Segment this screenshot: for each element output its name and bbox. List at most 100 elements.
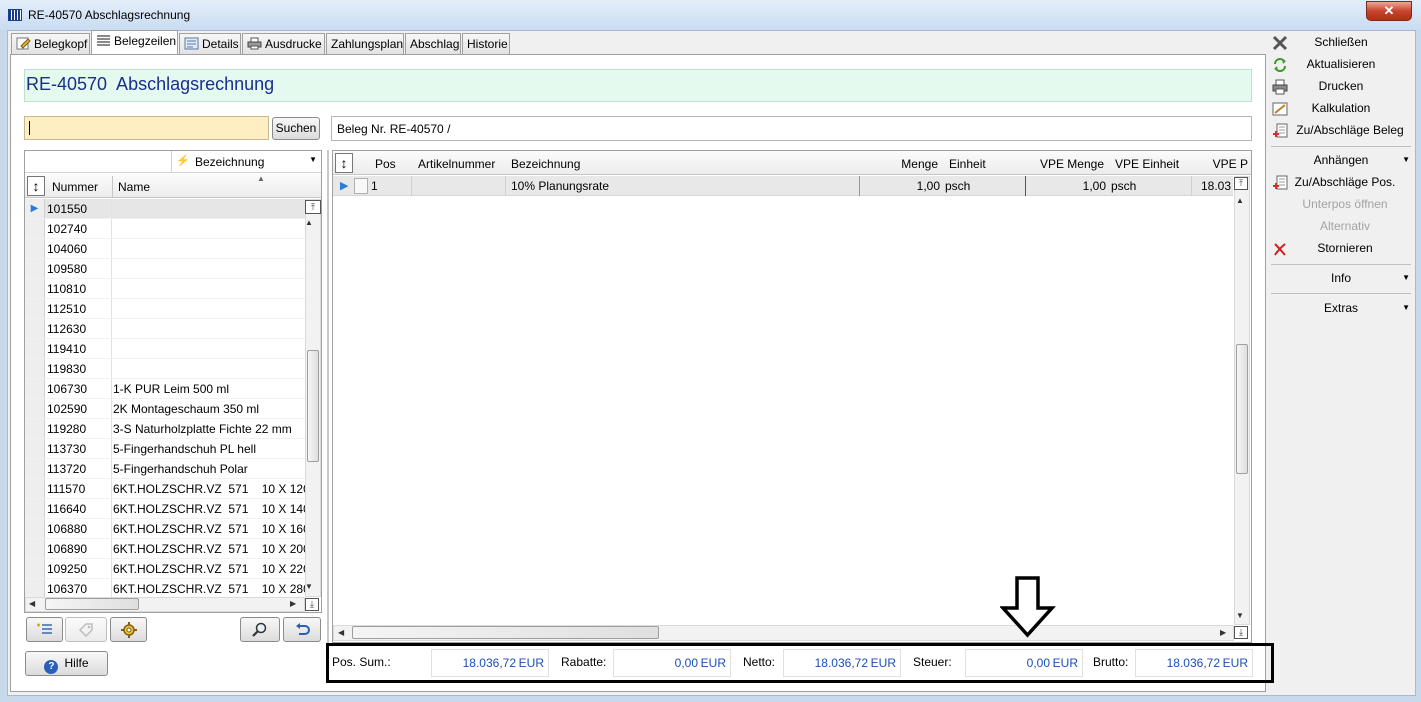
resize-rows-icon[interactable]: ↕ [335,153,353,173]
cell-divider [111,279,112,298]
extras-dropdown[interactable]: Extras ▼ [1268,298,1414,320]
table-row[interactable]: 119830 [25,359,305,379]
window-close-button[interactable]: ✕ [1366,1,1412,21]
search-button[interactable]: Suchen [272,117,320,140]
table-row[interactable]: 113720 5-Fingerhandschuh Polar [25,459,305,479]
sort-field-select[interactable]: ⚡ Bezeichnung ▼ [171,151,321,172]
tab-zahlungsplan[interactable]: Zahlungsplan [326,33,404,54]
table-row[interactable]: 113730 5-Fingerhandschuh PL hell [25,439,305,459]
scroll-top-icon[interactable]: ⤒ [305,200,321,214]
beleg-info-text: Beleg Nr. RE-40570 / [337,122,451,136]
row-selector [25,339,45,358]
tab-historie[interactable]: Historie [462,33,510,54]
steuer-value: 0,00 [1026,656,1050,670]
scroll-left-icon[interactable]: ◀ [29,599,35,608]
table-row[interactable]: 112630 [25,319,305,339]
scroll-up-icon[interactable]: ▲ [1236,196,1244,205]
positions-hscroll-thumb[interactable] [352,626,659,639]
cell-name: 6KT.HOLZSCHR.VZ 571 10 X 200 [113,542,305,556]
tab-belegkopf[interactable]: Belegkopf [11,33,90,54]
scroll-right-icon[interactable]: ▶ [1220,628,1226,637]
column-header-vpe-p[interactable]: VPE P [1192,157,1248,171]
currency-label: EUR [518,656,544,670]
row-checkbox[interactable] [354,178,368,194]
list-search-button[interactable] [240,617,280,642]
column-header-vpe-menge[interactable]: VPE Menge [1026,157,1104,171]
table-row[interactable]: 109580 [25,259,305,279]
tab-label: Zahlungsplan [331,37,404,51]
schliessen-button[interactable]: Schließen [1268,32,1414,54]
drucken-button[interactable]: Drucken [1268,76,1414,98]
scroll-bottom-icon[interactable]: ⤓ [305,598,319,611]
list-add-button[interactable] [26,617,63,642]
zu-abschlaege-beleg-button[interactable]: Zu/Abschläge Beleg [1268,120,1414,142]
scroll-down-icon[interactable]: ▼ [1236,611,1244,620]
pos-sum-label: Pos. Sum.: [332,655,391,669]
column-header-menge[interactable]: Menge [860,157,938,171]
table-row[interactable]: 110810 [25,279,305,299]
column-header-name[interactable]: Name [118,180,150,194]
column-header-pos[interactable]: Pos [375,157,396,171]
list-settings-button[interactable] [110,617,147,642]
table-row[interactable]: 102590 2K Montageschaum 350 ml [25,399,305,419]
refresh-icon [1274,58,1286,72]
table-row[interactable]: 106890 6KT.HOLZSCHR.VZ 571 10 X 200 [25,539,305,559]
scroll-right-icon[interactable]: ▶ [290,599,296,608]
cell-name: 6KT.HOLZSCHR.VZ 571 10 X 120 [113,482,305,496]
alternativ-button[interactable]: Alternativ [1268,216,1414,238]
column-header-bezeichnung[interactable]: Bezeichnung [511,157,580,171]
search-input[interactable] [24,116,269,140]
stornieren-button[interactable]: Stornieren [1268,238,1414,260]
article-list-vscroll-thumb[interactable] [307,350,319,462]
table-row[interactable]: ▶ 101550 [25,199,305,219]
table-row[interactable]: 106880 6KT.HOLZSCHR.VZ 571 10 X 160 [25,519,305,539]
list-undo-button[interactable] [283,617,321,642]
scroll-top-icon[interactable]: ⤒ [1234,177,1248,190]
cell-name: 2K Montageschaum 350 ml [113,402,260,416]
resize-rows-icon[interactable]: ↕ [27,176,45,196]
chevron-down-icon: ▼ [1402,155,1410,164]
tab-belegzeilen[interactable]: Belegzeilen [91,30,178,54]
position-row[interactable]: ▶ 1 10% Planungsrate 1,00 psch 1,00 psch… [333,176,1233,196]
aktualisieren-button[interactable]: Aktualisieren [1268,54,1414,76]
cell-vpe-p: 18.03 [1200,179,1231,193]
cell-nummer: 106880 [47,522,88,536]
cell-nummer: 113720 [47,462,87,476]
table-row[interactable]: 119280 3-S Naturholzplatte Fichte 22 mm [25,419,305,439]
help-button[interactable]: ? Hilfe [25,651,108,676]
tab-ausdrucke[interactable]: Ausdrucke [242,33,325,54]
column-header-einheit[interactable]: Einheit [949,157,986,171]
table-row[interactable]: 116640 6KT.HOLZSCHR.VZ 571 10 X 140 [25,499,305,519]
kalkulation-button[interactable]: Kalkulation [1268,98,1414,120]
cell-divider [111,519,112,538]
table-row[interactable]: 106370 6KT.HOLZSCHR.VZ 571 10 X 280 [25,579,305,597]
cell-nummer: 106890 [47,542,88,556]
list-tag-button[interactable] [65,617,107,642]
article-list-hscroll-thumb[interactable] [45,598,139,610]
row-selector [25,259,45,278]
table-row[interactable]: 106730 1-K PUR Leim 500 ml [25,379,305,399]
table-row[interactable]: 109250 6KT.HOLZSCHR.VZ 571 10 X 220 [25,559,305,579]
column-header-artikelnummer[interactable]: Artikelnummer [418,157,495,171]
zu-abschlaege-pos-button[interactable]: Zu/Abschläge Pos. [1268,172,1414,194]
table-row[interactable]: 111570 6KT.HOLZSCHR.VZ 571 10 X 120 [25,479,305,499]
positions-vscroll-thumb[interactable] [1236,344,1248,474]
info-dropdown[interactable]: Info ▼ [1268,268,1414,290]
column-header-nummer[interactable]: Nummer [52,180,98,194]
table-row[interactable]: 119410 [25,339,305,359]
tab-details[interactable]: Details [179,33,241,54]
scroll-down-icon[interactable]: ▼ [305,582,313,591]
tab-abschlag[interactable]: Abschlag [405,33,461,54]
table-row[interactable]: 104060 [25,239,305,259]
table-row[interactable]: 112510 [25,299,305,319]
scroll-bottom-icon[interactable]: ⤓ [1234,626,1248,639]
table-row[interactable]: 102740 [25,219,305,239]
column-header-vpe-einheit[interactable]: VPE Einheit [1115,157,1179,171]
scroll-up-icon[interactable]: ▲ [305,218,313,227]
tab-label: Ausdrucke [265,37,322,51]
anhaengen-dropdown[interactable]: Anhängen ▼ [1268,150,1414,172]
scroll-left-icon[interactable]: ◀ [338,628,344,637]
panel-splitter[interactable] [327,150,329,643]
unterpos-oeffnen-button[interactable]: Unterpos öffnen [1268,194,1414,216]
rabatte-field: 0,00 EUR [613,649,731,677]
